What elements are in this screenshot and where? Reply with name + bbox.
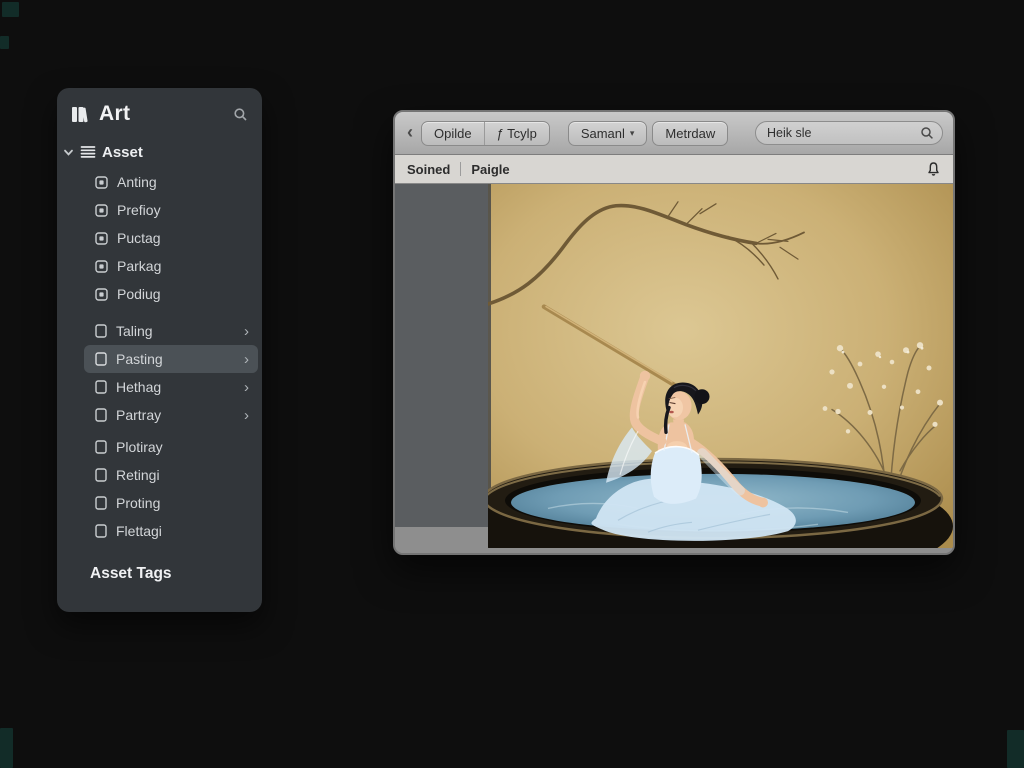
sidebar-item-anting[interactable]: Anting [84,168,258,196]
sidebar-item-label: Partray [116,407,161,423]
search-input-value: Heik sle [767,126,920,140]
corner-mark [0,728,13,768]
sidebar-item-retingi[interactable]: Retingi [84,461,258,489]
tag-square-icon [95,288,108,301]
sidebar-tag-group-1: Anting Prefioy Puctag Parkag Podiug [57,168,262,308]
sidebar-root-label: Asset [102,144,143,161]
sidebar-item-hethag[interactable]: Hethag › [84,373,258,401]
list-icon [80,145,96,159]
sidebar-item-label: Puctag [117,230,161,246]
sidebar-item-pasting[interactable]: Pasting › [84,345,258,373]
file-icon [95,352,107,366]
asset-viewer-window: ‹ Opilde ƒ Tcylp Samanl ▾ Metrdaw Heik s… [393,110,955,555]
viewer-subheader-bar: Soined Paigle [395,155,953,184]
button-label: ƒ Tcylp [497,126,537,141]
file-icon [95,468,107,482]
library-books-icon [70,104,90,124]
sidebar-item-label: Anting [117,174,157,190]
file-icon [95,408,107,422]
divider [460,162,461,176]
corner-mark [1007,730,1024,768]
sidebar-title: Art [99,102,130,126]
tag-square-icon [95,204,108,217]
corner-mark [0,36,9,49]
tag-square-icon [95,232,108,245]
sidebar-item-asset-root[interactable]: Asset [57,140,262,164]
back-button[interactable]: ‹ [407,122,413,143]
sidebar-item-podiug[interactable]: Podiug [84,280,258,308]
bell-icon[interactable] [926,161,941,177]
sidebar-item-label: Podiug [117,286,161,302]
corner-mark [2,2,19,17]
sidebar-item-label: Hethag [116,379,161,395]
button-label: Metrdaw [665,126,715,141]
file-icon [95,440,107,454]
sidebar-item-parkag[interactable]: Parkag [84,252,258,280]
content-side-strip [395,184,488,527]
sidebar-item-label: Retingi [116,467,160,483]
sidebar-item-label: Proting [116,495,160,511]
sidebar-tag-group-3: Plotiray Retingi Proting Flettagi [57,433,262,545]
sidebar-item-partray[interactable]: Partray › [84,401,258,429]
caret-down-icon: ▾ [630,129,635,138]
search-icon[interactable] [233,107,248,122]
metrdaw-button[interactable]: Metrdaw [653,122,727,145]
opilde-button[interactable]: Opilde [422,122,484,145]
button-label: Opilde [434,126,472,141]
tag-square-icon [95,176,108,189]
chevron-right-icon: › [244,324,249,339]
sidebar-header: Art [57,88,262,134]
chevron-right-icon: › [244,408,249,423]
sidebar-item-label: Parkag [117,258,161,274]
file-icon [95,324,107,338]
sidebar-item-label: Taling [116,323,153,339]
sidebar-item-puctag[interactable]: Puctag [84,224,258,252]
sidebar-item-taling[interactable]: Taling › [84,317,258,345]
samanl-dropdown-button[interactable]: Samanl ▾ [569,122,647,145]
sidebar-item-flettagi[interactable]: Flettagi [84,517,258,545]
chevron-down-icon[interactable] [63,147,74,158]
tag-square-icon [95,260,108,273]
chevron-right-icon: › [244,352,249,367]
sidebar-item-proting[interactable]: Proting [84,489,258,517]
file-icon [95,380,107,394]
asset-sidebar-panel: Art Asset Anting Prefioy Puctag Parkag [57,88,262,612]
asset-tags-heading[interactable]: Asset Tags [90,565,262,583]
viewer-content [395,184,953,553]
tcylp-button[interactable]: ƒ Tcylp [484,122,549,145]
sidebar-item-label: Prefioy [117,202,161,218]
soined-menu-item[interactable]: Soined [407,162,450,177]
sidebar-item-plotiray[interactable]: Plotiray [84,433,258,461]
sidebar-tag-group-2: Taling › Pasting › Hethag › Partray › [57,317,262,429]
toolbar-segment-2: Samanl ▾ Metrdaw [568,121,728,146]
file-icon [95,496,107,510]
search-input[interactable]: Heik sle [755,121,943,145]
chevron-right-icon: › [244,380,249,395]
sidebar-item-label: Plotiray [116,439,163,455]
file-icon [95,524,107,538]
button-label: Samanl [581,126,625,141]
sidebar-item-label: Flettagi [116,523,162,539]
paigle-menu-item[interactable]: Paigle [471,162,509,177]
sidebar-item-prefioy[interactable]: Prefioy [84,196,258,224]
artwork-image[interactable] [488,184,953,553]
sidebar-item-label: Pasting [116,351,163,367]
search-icon[interactable] [920,126,934,140]
toolbar-segment-1: Opilde ƒ Tcylp [421,121,550,146]
viewer-toolbar: ‹ Opilde ƒ Tcylp Samanl ▾ Metrdaw Heik s… [395,112,953,155]
